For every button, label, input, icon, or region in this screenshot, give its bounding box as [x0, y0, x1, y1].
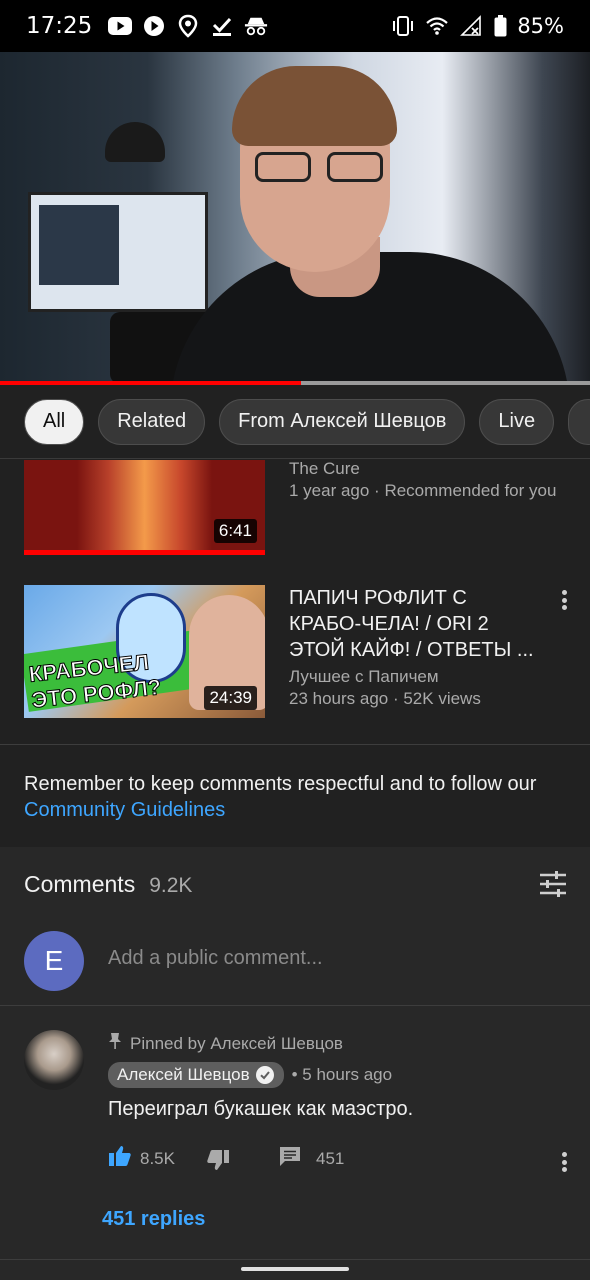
- chip-related[interactable]: Related: [98, 398, 206, 445]
- battery-percent: 85%: [517, 14, 564, 38]
- video-item-papich[interactable]: КРАБОЧЕЛ ЭТО РОФЛ? 24:39 ПАПИЧ РОФЛИТ С …: [0, 585, 590, 725]
- video-frame-lamp: [105, 122, 165, 162]
- comment-author: Алексей Шевцов: [117, 1065, 250, 1084]
- reply-count: 451: [316, 1148, 345, 1168]
- thumbs-down-icon: [206, 1148, 230, 1177]
- location-icon: [176, 14, 200, 38]
- related-video-list: 6:41 The Cure 1 year ago · Recommended f…: [0, 460, 590, 744]
- comment-actions: 8.5K 451: [108, 1144, 568, 1176]
- verified-icon: [255, 1066, 274, 1084]
- status-bar: 17:25 85%: [0, 0, 590, 52]
- video-more-icon[interactable]: [558, 587, 570, 613]
- incognito-icon: [244, 14, 268, 38]
- video-frame-glasses: [255, 152, 383, 184]
- notification-icons: [108, 14, 268, 38]
- reply-button[interactable]: 451: [278, 1144, 344, 1173]
- pinned-comment: Pinned by Алексей Шевцов Алексей Шевцов …: [0, 1005, 590, 1280]
- comments-panel: Comments 9.2K E Add a public comment... …: [0, 847, 590, 1280]
- status-time: 17:25: [26, 13, 93, 39]
- community-guidelines-notice: Remember to keep comments respectful and…: [0, 745, 590, 847]
- signal-icon: [459, 14, 483, 38]
- battery-icon: [493, 14, 507, 38]
- vibrate-icon: [391, 14, 415, 38]
- video-meta: 1 year ago · Recommended for you: [289, 481, 557, 500]
- comment-time: • 5 hours ago: [291, 1065, 393, 1084]
- video-channel: The Cure: [289, 460, 360, 478]
- video-player[interactable]: [0, 52, 590, 384]
- video-item-the-cure[interactable]: 6:41 The Cure 1 year ago · Recommended f…: [0, 460, 590, 600]
- sort-comments-icon[interactable]: [538, 869, 568, 899]
- video-meta: 23 hours ago · 52K views: [289, 689, 481, 708]
- add-comment-input[interactable]: Add a public comment...: [108, 947, 548, 970]
- dislike-button[interactable]: [206, 1148, 230, 1177]
- video-duration: 24:39: [204, 686, 257, 710]
- filter-chip-row: All Related From Алексей Шевцов Live: [0, 385, 590, 459]
- commenter-avatar[interactable]: [24, 1030, 84, 1090]
- community-guidelines-link[interactable]: Community Guidelines: [24, 799, 225, 821]
- chip-live[interactable]: Live: [479, 398, 555, 445]
- chip-from-channel[interactable]: From Алексей Шевцов: [219, 398, 466, 445]
- view-replies-link[interactable]: 451 replies: [102, 1208, 205, 1231]
- author-badge[interactable]: Алексей Шевцов: [108, 1062, 284, 1088]
- wifi-icon: [425, 14, 449, 38]
- comment-author-row: Алексей Шевцов • 5 hours ago: [108, 1062, 392, 1088]
- comment-text: Переиграл букашек как маэстро.: [108, 1098, 414, 1120]
- user-avatar: E: [24, 931, 84, 991]
- pin-icon: [108, 1032, 122, 1055]
- comment-icon: [278, 1144, 302, 1173]
- user-avatar-letter: E: [44, 945, 64, 976]
- chip-more[interactable]: [568, 398, 590, 445]
- video-thumbnail[interactable]: 6:41: [24, 460, 265, 555]
- comments-title: Comments: [24, 871, 136, 897]
- video-duration: 6:41: [213, 519, 257, 543]
- gesture-nav-handle[interactable]: [241, 1267, 349, 1271]
- like-count: 8.5K: [140, 1148, 175, 1168]
- video-channel: Лучшее с Папичем: [289, 667, 439, 686]
- like-button[interactable]: 8.5K: [108, 1144, 175, 1173]
- comments-count: 9.2K: [149, 874, 193, 897]
- pinned-label: Pinned by Алексей Шевцов: [108, 1032, 343, 1055]
- youtube-icon: [108, 14, 133, 38]
- guidelines-text: Remember to keep comments respectful and…: [24, 773, 537, 795]
- system-icons: 85%: [391, 14, 564, 38]
- video-frame-hair: [232, 66, 397, 146]
- comment-more-icon[interactable]: [558, 1149, 570, 1175]
- pinned-label-text: Pinned by Алексей Шевцов: [130, 1033, 343, 1053]
- divider: [0, 1259, 590, 1260]
- video-frame-monitor: [28, 192, 208, 312]
- download-done-icon: [210, 14, 234, 38]
- chip-all[interactable]: All: [24, 398, 85, 445]
- thumbs-up-icon: [108, 1144, 132, 1173]
- play-icon: [142, 14, 166, 38]
- video-title[interactable]: ПАПИЧ РОФЛИТ С КРАБО-ЧЕЛА! / ORI 2 ЭТОЙ …: [289, 585, 544, 663]
- add-comment-row[interactable]: E Add a public comment...: [0, 931, 590, 1005]
- video-thumbnail[interactable]: КРАБОЧЕЛ ЭТО РОФЛ? 24:39: [24, 585, 265, 718]
- comments-header: Comments 9.2K: [24, 871, 192, 898]
